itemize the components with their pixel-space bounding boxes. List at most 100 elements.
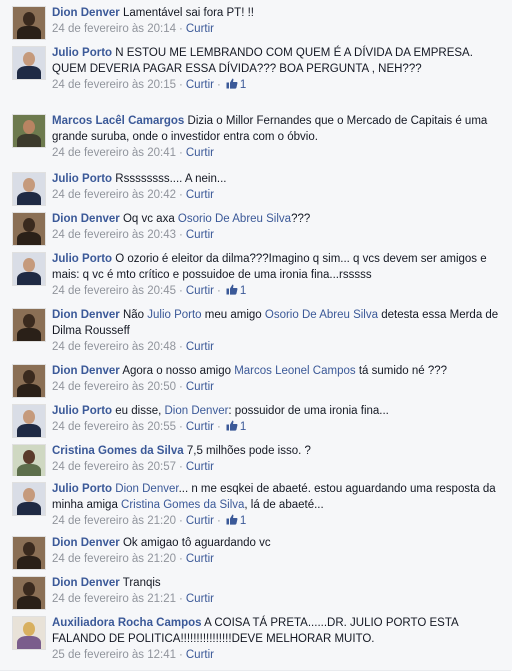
thumbs-up-icon[interactable]	[226, 420, 238, 431]
timestamp[interactable]: 24 de fevereiro às 20:14	[52, 23, 176, 35]
separator: ·	[217, 285, 221, 297]
like-button[interactable]: Curtir	[186, 79, 214, 91]
timestamp[interactable]: 25 de fevereiro às 12:41	[52, 649, 176, 661]
timestamp[interactable]: 24 de fevereiro às 20:55	[52, 421, 176, 433]
separator: ·	[217, 421, 221, 433]
author-link[interactable]: Dion Denver	[52, 365, 120, 377]
avatar[interactable]	[12, 364, 46, 398]
avatar[interactable]	[12, 252, 46, 286]
comment-text: Julio Porto Rssssssss.... A nein...	[52, 171, 503, 187]
author-link[interactable]: Julio Porto	[52, 47, 112, 59]
like-count[interactable]: 1	[240, 515, 246, 527]
timestamp[interactable]: 24 de fevereiro às 20:48	[52, 341, 176, 353]
like-button[interactable]: Curtir	[186, 147, 214, 159]
comment-item: Julio Porto Dion Denver... n me esqkei d…	[0, 476, 511, 531]
like-button[interactable]: Curtir	[186, 23, 214, 35]
mention-link[interactable]: Osorio De Abreu Silva	[265, 309, 378, 321]
avatar-body	[17, 384, 41, 397]
comment-content: Dion Denver Não Julio Porto meu amigo Os…	[52, 307, 503, 355]
author-link[interactable]: Dion Denver	[52, 309, 120, 321]
like-button[interactable]: Curtir	[186, 285, 214, 297]
comment-meta: 24 de fevereiro às 21:21 · Curtir	[52, 591, 503, 607]
avatar[interactable]	[12, 482, 46, 516]
avatar[interactable]	[12, 46, 46, 80]
like-button[interactable]: Curtir	[186, 515, 214, 527]
timestamp[interactable]: 24 de fevereiro às 21:20	[52, 553, 176, 565]
avatar[interactable]	[12, 444, 46, 478]
avatar[interactable]	[12, 308, 46, 342]
timestamp[interactable]: 24 de fevereiro às 20:15	[52, 79, 176, 91]
avatar[interactable]	[12, 172, 46, 206]
author-link[interactable]: Julio Porto	[52, 173, 112, 185]
timestamp[interactable]: 24 de fevereiro às 21:21	[52, 593, 176, 605]
timestamp[interactable]: 24 de fevereiro às 20:50	[52, 381, 176, 393]
like-count[interactable]: 1	[240, 285, 246, 297]
comment-text: Julio Porto O ozorio é eleitor da dilma?…	[52, 251, 503, 283]
like-button[interactable]: Curtir	[186, 461, 214, 473]
avatar-body	[17, 596, 41, 609]
comment-item: Dion Denver Não Julio Porto meu amigo Os…	[0, 302, 511, 359]
like-count[interactable]: 1	[240, 421, 246, 433]
comment-meta: 24 de fevereiro às 20:50 · Curtir	[52, 379, 503, 395]
thumbs-up-icon[interactable]	[226, 78, 238, 89]
separator: ·	[179, 285, 183, 297]
separator: ·	[179, 421, 183, 433]
mention-link[interactable]: Osorio De Abreu Silva	[178, 213, 291, 225]
like-button[interactable]: Curtir	[186, 593, 214, 605]
like-button[interactable]: Curtir	[186, 189, 214, 201]
author-link[interactable]: Julio Porto	[52, 405, 112, 417]
thumbs-up-icon[interactable]	[226, 284, 238, 295]
avatar[interactable]	[12, 6, 46, 40]
mention-link[interactable]: Dion Denver	[165, 405, 229, 417]
timestamp[interactable]: 24 de fevereiro às 20:43	[52, 229, 176, 241]
comment-text: Cristina Gomes da Silva 7,5 milhões pode…	[52, 443, 503, 459]
comment-meta: 24 de fevereiro às 20:42 · Curtir	[52, 187, 503, 203]
avatar[interactable]	[12, 114, 46, 148]
avatar[interactable]	[12, 536, 46, 570]
like-button[interactable]: Curtir	[186, 421, 214, 433]
avatar-body	[17, 424, 41, 437]
mention-link[interactable]: Cristina Gomes da Silva	[121, 499, 244, 511]
author-link[interactable]: Dion Denver	[52, 577, 120, 589]
timestamp[interactable]: 24 de fevereiro às 20:57	[52, 461, 176, 473]
timestamp[interactable]: 24 de fevereiro às 21:20	[52, 515, 176, 527]
author-link[interactable]: Marcos Lacêl Camargos	[52, 115, 184, 127]
author-link[interactable]: Julio Porto	[52, 253, 112, 265]
mention-link[interactable]: Marcos Leonel Campos	[234, 365, 355, 377]
avatar-head	[23, 218, 35, 232]
avatar[interactable]	[12, 212, 46, 246]
author-link[interactable]: Dion Denver	[52, 537, 120, 549]
thumbs-up-icon[interactable]	[226, 514, 238, 525]
avatar[interactable]	[12, 404, 46, 438]
author-link[interactable]: Dion Denver	[52, 7, 120, 19]
comment-content: Cristina Gomes da Silva 7,5 milhões pode…	[52, 443, 503, 475]
like-button[interactable]: Curtir	[186, 229, 214, 241]
timestamp[interactable]: 24 de fevereiro às 20:45	[52, 285, 176, 297]
avatar-head	[23, 542, 35, 556]
author-link[interactable]: Julio Porto	[52, 483, 112, 495]
author-link[interactable]: Dion Denver	[52, 213, 120, 225]
comment-item: Dion Denver Lamentável sai fora PT! !! 24…	[0, 0, 511, 41]
like-button[interactable]: Curtir	[186, 341, 214, 353]
comment-content: Julio Porto eu disse, Dion Denver: possu…	[52, 403, 503, 435]
timestamp[interactable]: 24 de fevereiro às 20:42	[52, 189, 176, 201]
avatar[interactable]	[12, 576, 46, 610]
comment-text: Julio Porto N ESTOU ME LEMBRANDO COM QUE…	[52, 45, 503, 77]
like-count[interactable]: 1	[240, 79, 246, 91]
separator: ·	[179, 341, 183, 353]
separator: ·	[179, 649, 183, 661]
comment-body-text: O ozorio é eleitor da dilma???Imagino q …	[52, 253, 487, 281]
comment-body-text: ???	[291, 213, 311, 225]
like-button[interactable]: Curtir	[186, 649, 214, 661]
timestamp[interactable]: 24 de fevereiro às 20:41	[52, 147, 176, 159]
mention-link[interactable]: Julio Porto	[147, 309, 201, 321]
author-link[interactable]: Cristina Gomes da Silva	[52, 445, 184, 457]
author-link[interactable]: Auxiliadora Rocha Campos	[52, 617, 202, 629]
avatar-head	[23, 120, 35, 134]
avatar-head	[23, 370, 35, 384]
like-button[interactable]: Curtir	[186, 553, 214, 565]
mention-link[interactable]: Dion Denver	[115, 483, 178, 495]
avatar[interactable]	[12, 616, 46, 650]
comment-body-text: : possuidor de uma ironia fina...	[228, 405, 389, 417]
like-button[interactable]: Curtir	[186, 381, 214, 393]
